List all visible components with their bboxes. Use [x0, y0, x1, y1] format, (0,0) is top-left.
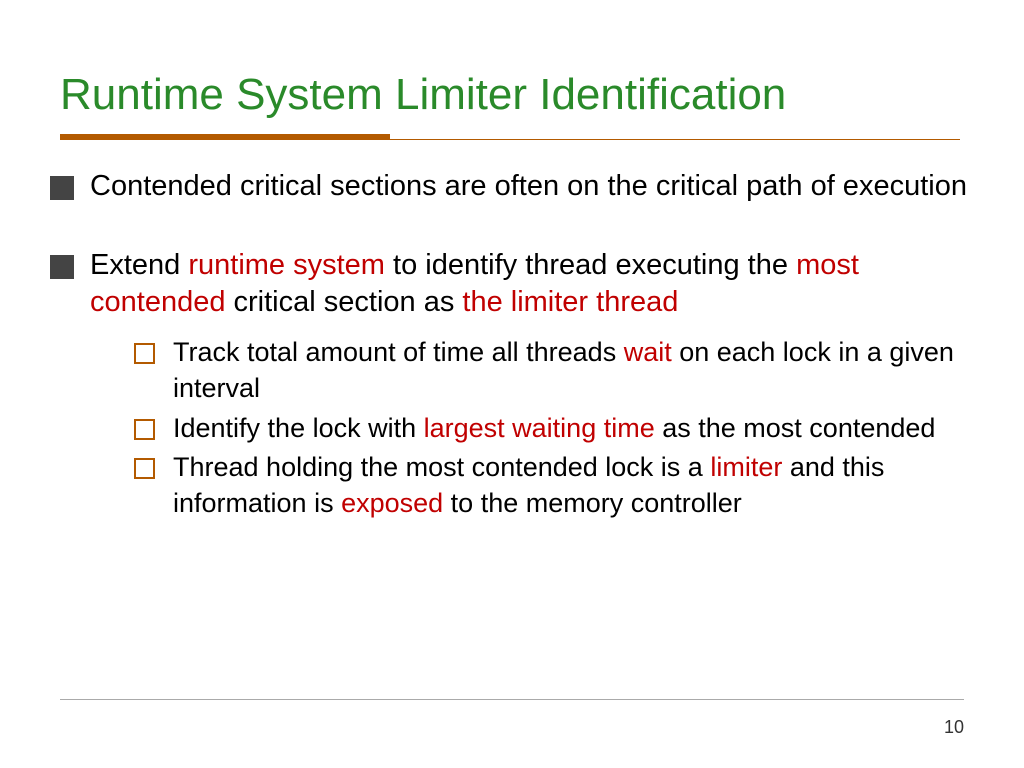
content-area: Contended critical sections are often on…	[50, 168, 984, 567]
bullet-level2: Identify the lock with largest waiting t…	[134, 411, 984, 447]
text-fragment: Thread holding the most contended lock i…	[173, 452, 710, 482]
slide: Runtime System Limiter Identification Co…	[0, 0, 1024, 768]
bullet-text: Extend runtime system to identify thread…	[90, 247, 984, 525]
bullet-level1: Extend runtime system to identify thread…	[50, 247, 984, 525]
slide-title: Runtime System Limiter Identification	[60, 70, 786, 120]
emphasis: wait	[624, 337, 672, 367]
text-fragment: critical section as	[225, 286, 462, 318]
page-number: 10	[944, 717, 964, 738]
bullet-level2: Thread holding the most contended lock i…	[134, 450, 984, 521]
text-fragment: to the memory controller	[443, 488, 742, 518]
square-open-icon	[134, 458, 155, 479]
text-fragment: as the most contended	[655, 413, 936, 443]
bullet-level2: Track total amount of time all threads w…	[134, 335, 984, 406]
bullet-text: Track total amount of time all threads w…	[173, 335, 984, 406]
square-filled-icon	[50, 176, 74, 200]
bullet-text: Identify the lock with largest waiting t…	[173, 411, 984, 447]
square-open-icon	[134, 419, 155, 440]
footer-divider	[60, 699, 964, 700]
text-fragment: Extend	[90, 249, 188, 281]
square-filled-icon	[50, 255, 74, 279]
emphasis: exposed	[341, 488, 443, 518]
text-fragment: to identify thread executing the	[385, 249, 796, 281]
emphasis: the limiter thread	[462, 286, 678, 318]
square-open-icon	[134, 343, 155, 364]
emphasis: largest waiting time	[424, 413, 655, 443]
text-fragment: Identify the lock with	[173, 413, 424, 443]
bullet-text: Contended critical sections are often on…	[90, 168, 984, 205]
emphasis: limiter	[710, 452, 782, 482]
sub-list: Track total amount of time all threads w…	[134, 335, 984, 521]
text-fragment: Track total amount of time all threads	[173, 337, 624, 367]
bullet-level1: Contended critical sections are often on…	[50, 168, 984, 205]
title-underline	[60, 134, 964, 144]
underline-thin	[60, 139, 960, 140]
emphasis: runtime system	[188, 249, 385, 281]
bullet-text: Thread holding the most contended lock i…	[173, 450, 984, 521]
